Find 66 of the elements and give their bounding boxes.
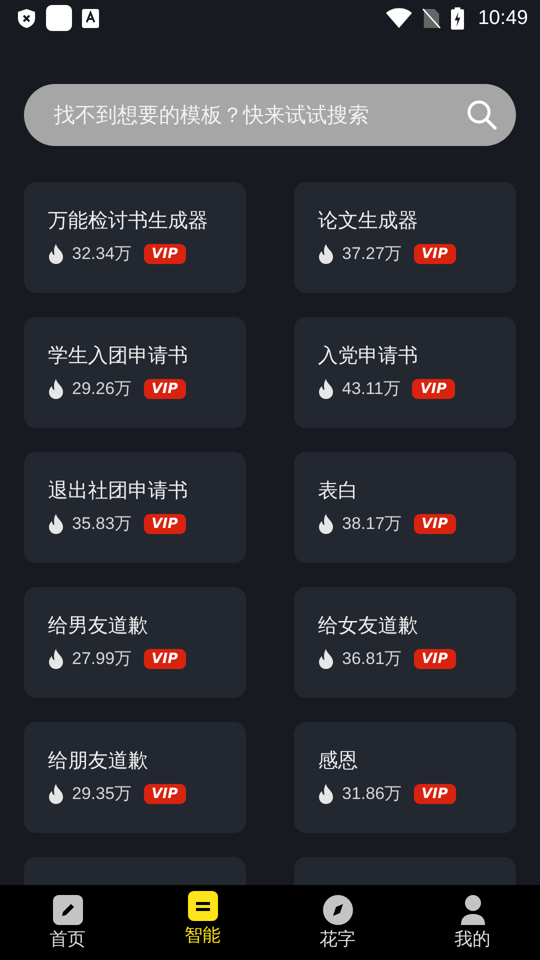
vip-badge: VIP bbox=[414, 514, 456, 534]
vip-badge: VIP bbox=[414, 648, 456, 668]
vip-badge: VIP bbox=[144, 244, 186, 264]
template-card[interactable]: 表白 38.17万 VIP bbox=[294, 452, 516, 563]
wifi-icon bbox=[386, 8, 412, 28]
template-title: 学生入团申请书 bbox=[48, 342, 189, 369]
popularity-count: 35.83万 bbox=[72, 513, 132, 535]
font-icon bbox=[82, 8, 99, 28]
vip-badge: VIP bbox=[412, 378, 455, 398]
pencil-icon bbox=[52, 895, 82, 925]
template-title: 给女友道歉 bbox=[318, 612, 419, 639]
flame-icon bbox=[48, 784, 64, 804]
popularity-count: 43.11万 bbox=[342, 378, 400, 400]
no-sim-icon bbox=[422, 8, 441, 28]
flame-icon bbox=[318, 244, 334, 264]
template-title: 感恩 bbox=[318, 747, 359, 774]
search-icon[interactable] bbox=[466, 99, 498, 131]
app-icon bbox=[46, 5, 72, 31]
template-card[interactable]: 论文生成器 37.27万 VIP bbox=[294, 182, 516, 293]
flame-icon bbox=[48, 514, 64, 534]
shield-icon bbox=[17, 8, 36, 28]
popularity-count: 29.35万 bbox=[72, 783, 132, 805]
template-title: 给男友道歉 bbox=[48, 612, 149, 639]
vip-badge: VIP bbox=[144, 514, 186, 534]
vip-badge: VIP bbox=[144, 784, 186, 804]
vip-badge: VIP bbox=[144, 648, 186, 668]
template-title: 万能检讨书生成器 bbox=[48, 207, 209, 234]
nav-tab[interactable]: 我的 bbox=[405, 885, 540, 960]
vip-badge: VIP bbox=[414, 784, 456, 804]
flame-icon bbox=[48, 648, 64, 668]
template-title: 表白 bbox=[318, 477, 359, 504]
template-title: 入党申请书 bbox=[318, 342, 419, 369]
flame-icon bbox=[318, 378, 334, 398]
template-card[interactable]: 退出社团申请书 35.83万 VIP bbox=[24, 452, 246, 563]
flame-icon bbox=[48, 244, 64, 264]
status-time: 10:49 bbox=[478, 6, 528, 30]
search-field[interactable]: 找不到想要的模板？快来试试搜索 bbox=[24, 84, 516, 146]
template-card[interactable]: 给女友道歉 36.81万 VIP bbox=[294, 587, 516, 698]
menu-icon bbox=[188, 891, 218, 921]
nav-tab[interactable]: 首页 bbox=[0, 885, 135, 960]
flame-icon bbox=[318, 648, 334, 668]
nav-tab[interactable]: 智能 bbox=[135, 885, 270, 960]
flame-icon bbox=[48, 378, 64, 398]
template-card[interactable]: 感恩 31.86万 VIP bbox=[294, 722, 516, 833]
template-card[interactable]: 给朋友道歉 29.35万 VIP bbox=[24, 722, 246, 833]
popularity-count: 29.26万 bbox=[72, 378, 132, 400]
popularity-count: 31.86万 bbox=[342, 783, 402, 805]
template-card[interactable]: 学生入团申请书 29.26万 VIP bbox=[24, 317, 246, 428]
popularity-count: 36.81万 bbox=[342, 648, 402, 670]
vip-badge: VIP bbox=[144, 378, 186, 398]
template-card[interactable]: 入党申请书 43.11万 VIP bbox=[294, 317, 516, 428]
flame-icon bbox=[318, 514, 334, 534]
popularity-count: 32.34万 bbox=[72, 243, 132, 265]
popularity-count: 27.99万 bbox=[72, 648, 132, 670]
template-title: 论文生成器 bbox=[318, 207, 419, 234]
template-card[interactable]: 万能检讨书生成器 32.34万 VIP bbox=[24, 182, 246, 293]
nav-tab[interactable]: 花字 bbox=[270, 885, 405, 960]
template-title: 退出社团申请书 bbox=[48, 477, 189, 504]
flame-icon bbox=[318, 784, 334, 804]
template-title: 给朋友道歉 bbox=[48, 747, 149, 774]
vip-badge: VIP bbox=[414, 244, 456, 264]
popularity-count: 37.27万 bbox=[342, 243, 402, 265]
compass-icon bbox=[322, 895, 352, 925]
battery-icon bbox=[450, 6, 464, 30]
popularity-count: 38.17万 bbox=[342, 513, 402, 535]
template-card[interactable]: 给男友道歉 27.99万 VIP bbox=[24, 587, 246, 698]
